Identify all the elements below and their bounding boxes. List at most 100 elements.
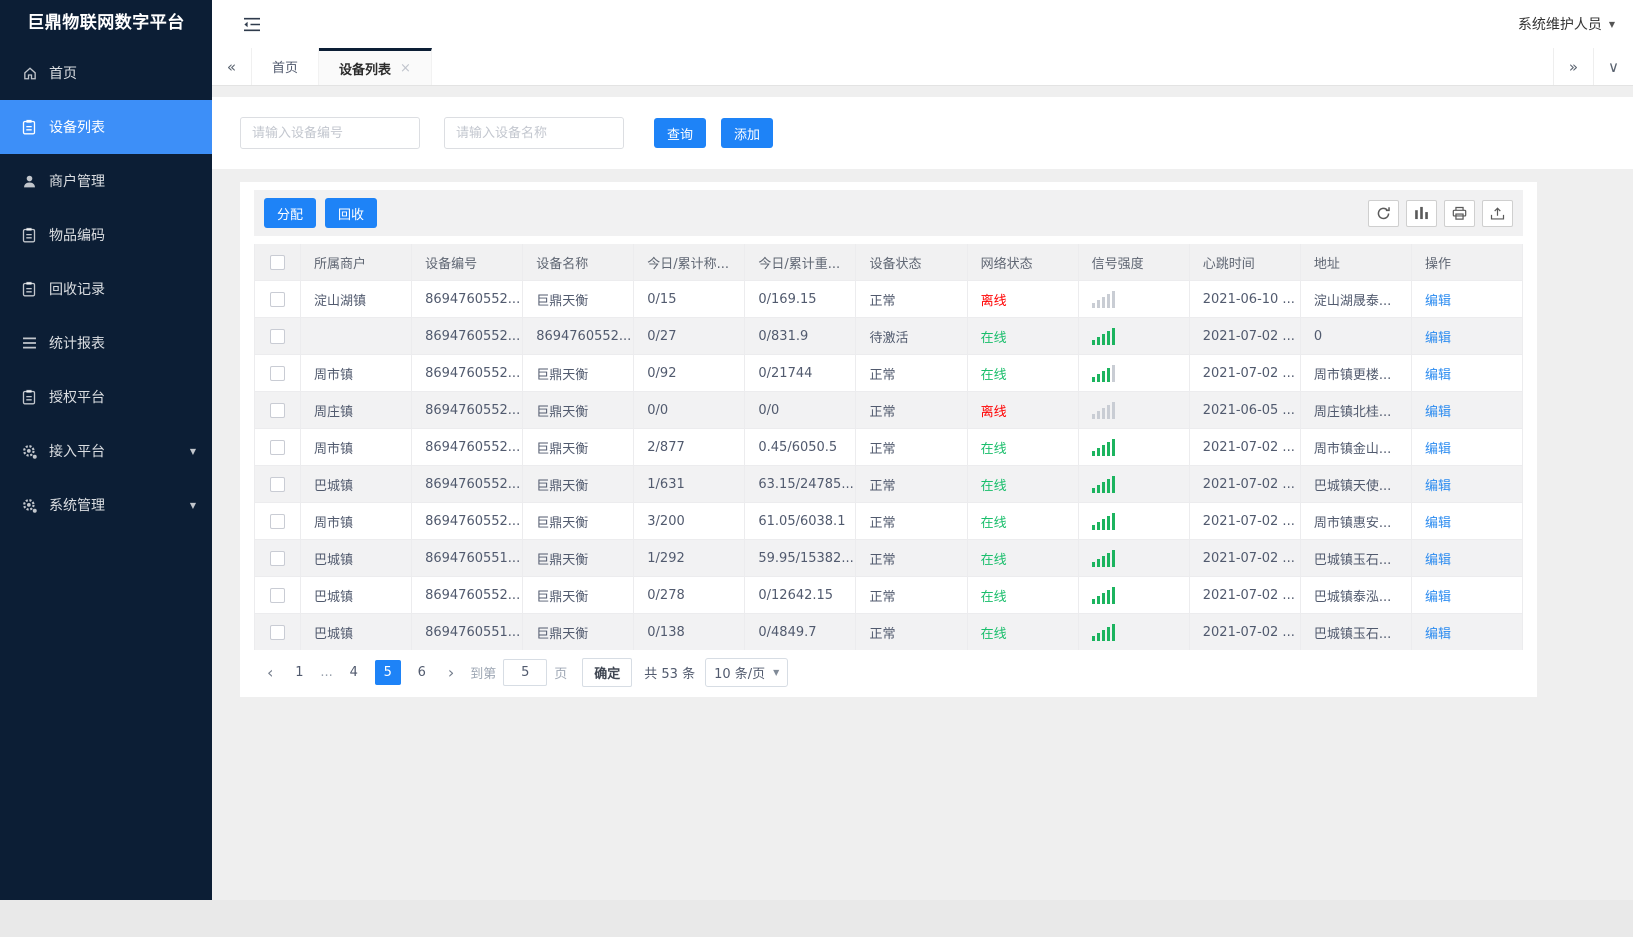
row-checkbox[interactable]	[270, 291, 285, 307]
signal-bar	[1091, 524, 1095, 530]
header-cell: 今日/累计重...	[745, 244, 857, 280]
edit-link[interactable]: 编辑	[1425, 364, 1451, 383]
sidebar-item[interactable]: 系统管理 ▼	[0, 478, 212, 532]
signal-strength-icon	[1091, 586, 1115, 604]
edit-link[interactable]: 编辑	[1425, 549, 1451, 568]
sidebar-item[interactable]: 统计报表	[0, 316, 212, 370]
signal-bar	[1111, 401, 1115, 419]
row-checkbox[interactable]	[270, 439, 285, 455]
row-checkbox[interactable]	[270, 624, 285, 640]
signal-bar	[1091, 339, 1095, 345]
row-checkbox[interactable]	[270, 513, 285, 529]
tabs-scroll-right-icon[interactable]: »	[1553, 48, 1593, 85]
prev-page-icon[interactable]: ‹	[258, 663, 282, 682]
row-checkbox[interactable]	[270, 587, 285, 603]
signal-bar	[1091, 302, 1095, 308]
cell-today-count: 2/877	[634, 429, 746, 465]
table-row: 周庄镇 8694760552... 巨鼎天衡 0/0 0/0 正常 离线 2021-06-05…	[255, 391, 1522, 428]
search-panel: 查询 添加	[212, 97, 1633, 169]
signal-bar	[1096, 447, 1100, 456]
sidebar-item[interactable]: 物品编码	[0, 208, 212, 262]
cell-device-status: 正常	[856, 577, 968, 613]
columns-icon[interactable]	[1406, 199, 1437, 227]
goto-page-input[interactable]	[503, 658, 548, 686]
add-button[interactable]: 添加	[721, 118, 774, 148]
sidebar-item[interactable]: 商户管理	[0, 154, 212, 208]
pagination-page[interactable]: 4	[341, 660, 367, 685]
select-all-checkbox[interactable]	[270, 254, 285, 270]
cell-heartbeat: 2021-07-02 ...	[1190, 503, 1301, 539]
row-checkbox[interactable]	[270, 365, 285, 381]
assign-button[interactable]: 分配	[264, 198, 317, 228]
sidebar-item[interactable]: 设备列表	[0, 100, 212, 154]
cell-heartbeat: 2021-06-05 ...	[1190, 392, 1301, 428]
page-size-select[interactable]: 10 条/页 ▼	[705, 657, 789, 687]
signal-bar	[1091, 413, 1095, 419]
tab[interactable]: 设备列表 ×	[319, 48, 432, 85]
close-icon[interactable]: ×	[400, 61, 411, 76]
edit-link[interactable]: 编辑	[1425, 327, 1451, 346]
header-cell: 网络状态	[968, 244, 1079, 280]
cell-network-status: 在线	[968, 429, 1079, 465]
signal-bar	[1096, 410, 1100, 419]
cell-signal	[1079, 281, 1190, 317]
edit-link[interactable]: 编辑	[1425, 290, 1451, 309]
row-checkbox[interactable]	[270, 402, 285, 418]
network-status-badge: 在线	[980, 552, 1007, 568]
tabs-menu-icon[interactable]: ∨	[1593, 48, 1633, 85]
query-button[interactable]: 查询	[654, 118, 707, 148]
cell-actions: 编辑	[1412, 577, 1522, 613]
pagination-page[interactable]: 6	[409, 660, 435, 685]
cell-device-no: 8694760552...	[412, 429, 524, 465]
signal-bar	[1091, 450, 1095, 456]
confirm-button[interactable]: 确定	[582, 657, 633, 687]
signal-bar	[1111, 475, 1115, 493]
refresh-icon[interactable]	[1368, 199, 1399, 227]
pagination-page[interactable]: 5	[374, 659, 401, 685]
device-no-input[interactable]	[240, 117, 420, 149]
row-checkbox[interactable]	[270, 550, 285, 566]
row-checkbox[interactable]	[270, 476, 285, 492]
pagination: ‹ 1... 456 › 到第 页 确定 共 53 条 10 条/页 ▼	[254, 650, 1523, 688]
cell-network-status: 在线	[968, 540, 1079, 576]
edit-link[interactable]: 编辑	[1425, 401, 1451, 420]
device-name-input[interactable]	[444, 117, 624, 149]
edit-link[interactable]: 编辑	[1425, 623, 1451, 642]
edit-link[interactable]: 编辑	[1425, 512, 1451, 531]
sidebar-item[interactable]: 回收记录	[0, 262, 212, 316]
edit-link[interactable]: 编辑	[1425, 475, 1451, 494]
next-page-icon[interactable]: ›	[439, 663, 463, 682]
cell-signal	[1079, 540, 1190, 576]
sidebar-item-label: 物品编码	[49, 228, 105, 244]
sidebar-item[interactable]: 首页	[0, 46, 212, 100]
tab[interactable]: 首页	[252, 48, 320, 85]
menu-collapse-icon[interactable]	[243, 17, 261, 32]
edit-link[interactable]: 编辑	[1425, 586, 1451, 605]
signal-bar	[1096, 484, 1100, 493]
tabs-scroll-left-icon[interactable]: «	[212, 48, 252, 85]
cell-heartbeat: 2021-07-02 ...	[1190, 355, 1301, 391]
cell-today-count: 0/278	[634, 577, 746, 613]
recycle-button[interactable]: 回收	[325, 198, 378, 228]
cell-signal	[1079, 429, 1190, 465]
cell-device-status: 正常	[856, 540, 968, 576]
edit-link[interactable]: 编辑	[1425, 438, 1451, 457]
user-menu[interactable]: 系统维护人员 ▼	[1518, 14, 1615, 34]
cell-heartbeat: 2021-07-02 ...	[1190, 577, 1301, 613]
cell-today-count: 1/631	[634, 466, 746, 502]
cell-device-no: 8694760552...	[412, 318, 524, 354]
signal-bar	[1106, 552, 1110, 567]
export-icon[interactable]	[1482, 199, 1513, 227]
row-checkbox[interactable]	[270, 328, 285, 344]
sidebar-item[interactable]: 授权平台	[0, 370, 212, 424]
cell-heartbeat: 2021-07-02 ...	[1190, 614, 1301, 650]
pagination-page[interactable]: 1	[286, 660, 312, 685]
sidebar-item[interactable]: 接入平台 ▼	[0, 424, 212, 478]
print-icon[interactable]	[1444, 199, 1475, 227]
row-checkbox-cell	[255, 614, 301, 650]
signal-bar	[1106, 441, 1110, 456]
cell-today-count: 1/292	[634, 540, 746, 576]
cell-today-weight: 61.05/6038.1	[745, 503, 857, 539]
report-icon	[22, 337, 39, 349]
signal-bar	[1106, 330, 1110, 345]
